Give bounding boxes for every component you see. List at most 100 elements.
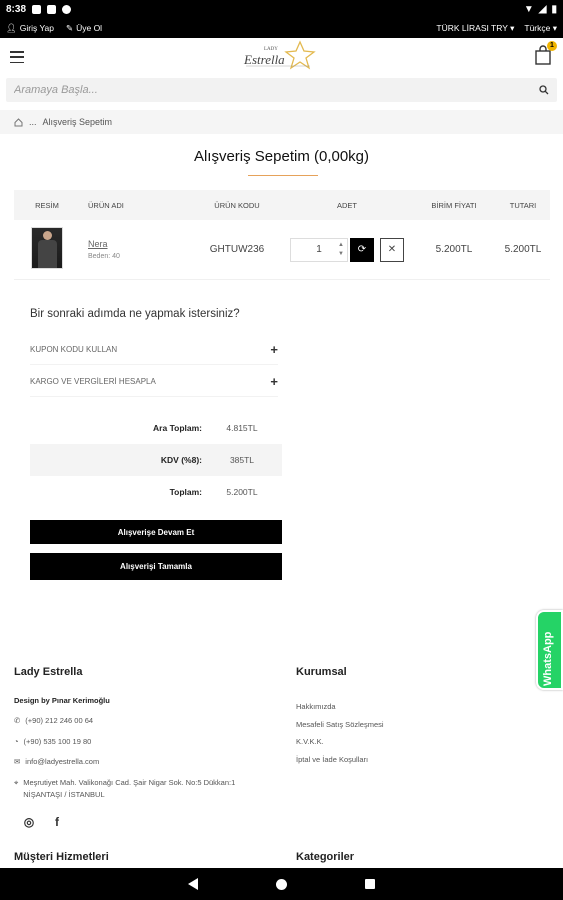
footer-link[interactable]: K.V.K.K. bbox=[296, 737, 324, 746]
menu-icon[interactable] bbox=[10, 51, 24, 63]
total-label: Toplam: bbox=[169, 487, 202, 497]
column-header: ÜRÜN KODU bbox=[214, 200, 260, 210]
quantity-value: 1 bbox=[316, 244, 322, 255]
shipping-label: KARGO VE VERGİLERİ HESAPLA bbox=[30, 377, 156, 386]
phone-text: (+90) 212 246 00 64 bbox=[25, 716, 94, 725]
coupon-label: KUPON KODU KULLAN bbox=[30, 345, 118, 354]
search-icon[interactable] bbox=[539, 85, 549, 95]
plus-icon: + bbox=[270, 374, 278, 389]
column-header: ADET bbox=[336, 200, 357, 210]
title-divider bbox=[248, 175, 318, 176]
row-total: 5.200TL bbox=[504, 244, 542, 255]
whatsapp-button[interactable]: WhatsApp bbox=[536, 610, 563, 690]
design-credit-text: Design by Pınar Kerimoğlu bbox=[14, 696, 110, 705]
user-icon: 👤︎ bbox=[6, 22, 17, 33]
refresh-icon: ⟳ bbox=[357, 244, 367, 255]
breadcrumb-separator: ... bbox=[29, 117, 37, 127]
footer-link[interactable]: İptal ve İade Koşulları bbox=[296, 755, 368, 764]
chevron-down-icon[interactable]: ▼ bbox=[338, 250, 344, 259]
column-header: RESİM bbox=[35, 200, 59, 210]
column-header: BİRİM FİYATI bbox=[431, 200, 477, 210]
product-thumbnail[interactable] bbox=[31, 227, 63, 269]
product-name-link[interactable]: Nera bbox=[88, 239, 192, 249]
vat-row: KDV (%8): 385TL bbox=[30, 444, 282, 476]
footer-address: ⌖ Meşrutiyet Mah. Valikonağı Cad. Şair N… bbox=[14, 778, 235, 799]
product-code: GHTUW236 bbox=[209, 244, 265, 255]
status-bar: 8:38 ▼ ◢ ▮ bbox=[0, 0, 563, 18]
footer-phone[interactable]: ✆ (+90) 212 246 00 64 bbox=[14, 716, 93, 725]
plus-icon: + bbox=[270, 342, 278, 357]
update-quantity-button[interactable]: ⟳ bbox=[350, 237, 374, 262]
close-icon: ✕ bbox=[387, 244, 397, 255]
subtotal-value: 4.815TL bbox=[226, 423, 258, 433]
checkout-button[interactable]: Alışverişi Tamamla bbox=[30, 553, 282, 580]
footer-brand: Lady Estrella bbox=[14, 666, 83, 678]
chevron-up-icon[interactable]: ▲ bbox=[338, 241, 344, 250]
footer-link[interactable]: Hakkımızda bbox=[296, 702, 336, 711]
order-totals: Ara Toplam: 4.815TL KDV (%8): 385TL Topl… bbox=[30, 412, 282, 508]
categories-title: Kategoriler bbox=[296, 851, 355, 863]
signup-link[interactable]: ✎ Üye Ol bbox=[66, 23, 102, 34]
product-size: Beden: 40 bbox=[88, 253, 120, 260]
notification-icon bbox=[32, 4, 42, 14]
language-select[interactable]: Türkçe ▾ bbox=[524, 23, 557, 34]
cart-count-badge: 1 bbox=[547, 41, 557, 51]
subtotal-label: Ara Toplam: bbox=[153, 423, 202, 433]
footer-email[interactable]: ✉ info@ladyestrella.com bbox=[14, 757, 99, 766]
login-label: Giriş Yap bbox=[19, 23, 54, 33]
home-icon[interactable] bbox=[14, 117, 23, 127]
continue-shopping-button[interactable]: Alışverişe Devam Et bbox=[30, 520, 282, 544]
coupon-accordion[interactable]: KUPON KODU KULLAN + bbox=[30, 335, 278, 365]
corporate-title: Kurumsal bbox=[296, 666, 347, 678]
currency-select[interactable]: TÜRK LİRASI TRY ▾ bbox=[436, 23, 514, 34]
column-header: TUTARI bbox=[509, 200, 537, 210]
cart-button[interactable]: 1 bbox=[533, 41, 557, 66]
facebook-icon[interactable]: f bbox=[50, 815, 64, 829]
location-icon: ⌖ bbox=[14, 778, 19, 787]
total-row: Toplam: 5.200TL bbox=[30, 476, 282, 508]
address-line-2: NİŞANTAŞI / İSTANBUL bbox=[23, 790, 105, 799]
page-title: Alışveriş Sepetim (0,00kg) bbox=[193, 148, 370, 165]
breadcrumb-current: Alışveriş Sepetim bbox=[42, 117, 113, 127]
vat-value: 385TL bbox=[229, 455, 255, 465]
shipping-accordion[interactable]: KARGO VE VERGİLERİ HESAPLA + bbox=[30, 367, 278, 397]
cart-table: RESİM ÜRÜN ADI ÜRÜN KODU ADET BİRİM FİYA… bbox=[14, 190, 550, 280]
column-header: ÜRÜN ADI bbox=[88, 200, 124, 210]
breadcrumb: ... Alışveriş Sepetim bbox=[0, 110, 563, 134]
email-text: info@ladyestrella.com bbox=[25, 757, 100, 766]
lady-estrella-logo[interactable]: LADY Estrella bbox=[238, 40, 326, 74]
phone-icon: ✆ bbox=[14, 716, 21, 725]
unit-price: 5.200TL bbox=[435, 244, 473, 255]
customer-service-title: Müşteri Hizmetleri bbox=[14, 851, 109, 863]
login-link[interactable]: 👤︎ Giriş Yap bbox=[6, 23, 54, 34]
site-header: LADY Estrella 1 bbox=[0, 38, 563, 76]
whatsapp-icon: ◔ bbox=[14, 737, 19, 746]
signup-label: Üye Ol bbox=[76, 23, 103, 33]
footer-design-credit: Design by Pınar Kerimoğlu bbox=[14, 696, 110, 705]
status-time: 8:38 bbox=[6, 3, 27, 15]
battery-icon: ▮ bbox=[551, 3, 557, 15]
back-icon[interactable] bbox=[188, 878, 198, 890]
wifi-icon: ▼ bbox=[523, 3, 534, 15]
edit-icon: ✎ bbox=[65, 22, 74, 33]
search-input[interactable] bbox=[14, 84, 539, 96]
svg-text:Estrella: Estrella bbox=[243, 52, 285, 67]
subtotal-row: Ara Toplam: 4.815TL bbox=[30, 412, 282, 444]
next-step-heading: Bir sonraki adımda ne yapmak istersiniz? bbox=[30, 308, 240, 320]
address-line-1: Meşrutiyet Mah. Valikonağı Cad. Şair Nig… bbox=[23, 778, 236, 787]
notification-icon bbox=[47, 4, 57, 14]
remove-item-button[interactable]: ✕ bbox=[380, 237, 404, 262]
home-button-icon[interactable] bbox=[276, 878, 287, 890]
search-bar bbox=[6, 78, 557, 102]
footer-link[interactable]: Mesafeli Satış Sözleşmesi bbox=[296, 720, 384, 729]
sync-icon bbox=[62, 4, 72, 14]
signal-icon: ◢ bbox=[538, 3, 547, 15]
system-nav-bar bbox=[0, 868, 563, 900]
vat-label: KDV (%8): bbox=[160, 455, 202, 465]
whatsapp-label: WhatsApp bbox=[542, 631, 554, 686]
quantity-stepper[interactable]: 1 ▲ ▼ bbox=[290, 237, 348, 262]
instagram-icon[interactable]: ◎ bbox=[22, 815, 36, 829]
footer-whatsapp-phone[interactable]: ◔ (+90) 535 100 19 80 bbox=[14, 737, 91, 746]
mail-icon: ✉ bbox=[14, 757, 21, 766]
recent-apps-icon[interactable] bbox=[365, 879, 375, 889]
